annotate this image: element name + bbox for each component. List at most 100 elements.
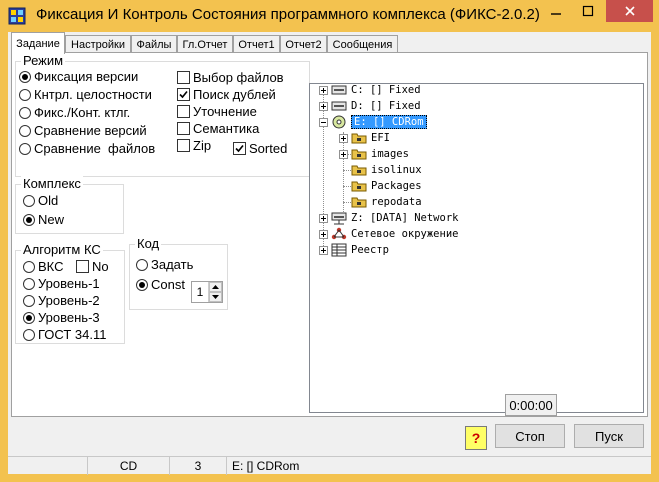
- complex-radio-new[interactable]: New: [23, 212, 64, 227]
- checkbox-label: Выбор файлов: [193, 70, 284, 85]
- expand-toggle[interactable]: [319, 230, 328, 239]
- code-radio-const[interactable]: Const: [136, 277, 185, 292]
- expand-toggle[interactable]: [339, 134, 348, 143]
- algo-radio-uroven1[interactable]: Уровень-1: [23, 276, 100, 291]
- tree-node-label: images: [371, 148, 409, 160]
- mode-radio-sravnenie-failov[interactable]: Сравнение файлов: [19, 141, 155, 156]
- app-window: Фиксация И Контроль Состояния программно…: [0, 0, 659, 482]
- stop-button[interactable]: Стоп: [495, 424, 565, 448]
- algo-radio-gost[interactable]: ГОСТ 34.11: [23, 327, 107, 342]
- expand-toggle[interactable]: [339, 150, 348, 159]
- title-bar[interactable]: Фиксация И Контроль Состояния программно…: [0, 0, 659, 32]
- tree-node-efi[interactable]: EFI: [351, 130, 390, 146]
- check-zip[interactable]: Zip: [177, 138, 211, 153]
- checkbox-indicator: [76, 260, 89, 273]
- tree-node-d-drive[interactable]: D: [] Fixed: [331, 98, 421, 114]
- tree-node-isolinux[interactable]: isolinux: [351, 162, 422, 178]
- tree-connector: [343, 132, 344, 212]
- check-vybor-failov[interactable]: Выбор файлов: [177, 70, 284, 85]
- cdrom-icon: [332, 115, 346, 129]
- check-utochnenie[interactable]: Уточнение: [177, 104, 257, 119]
- tree-connector: [343, 202, 351, 203]
- mode-radio-fiks-kont[interactable]: Фикс./Конт. ктлг.: [19, 105, 130, 120]
- minimize-button[interactable]: [540, 0, 572, 22]
- drive-icon: [331, 85, 347, 95]
- help-button[interactable]: ?: [465, 426, 487, 450]
- radio-indicator: [23, 328, 35, 341]
- tab-otchet2[interactable]: Отчет2: [280, 35, 327, 53]
- drive-tree-view[interactable]: C: [] Fixed D: [] Fixed E: [] CDRom EFI: [309, 83, 644, 413]
- radio-indicator: [19, 106, 31, 119]
- complex-radio-old[interactable]: Old: [23, 193, 58, 208]
- algo-check-no[interactable]: No: [76, 259, 109, 274]
- window-title: Фиксация И Контроль Состояния программно…: [36, 6, 540, 23]
- tree-node-packages[interactable]: Packages: [351, 178, 422, 194]
- tree-node-label: repodata: [371, 196, 422, 208]
- mode-radio-kontrol[interactable]: Кнтрл. целостности: [19, 87, 152, 102]
- expand-toggle[interactable]: [319, 102, 328, 111]
- tree-node-registry[interactable]: Реестр: [331, 242, 389, 258]
- mode-radio-sravnenie-versii[interactable]: Сравнение версий: [19, 123, 147, 138]
- algorithm-group-title: Алгоритм КС: [21, 242, 103, 257]
- tab-soobshcheniya[interactable]: Сообщения: [327, 35, 398, 53]
- algo-radio-uroven2[interactable]: Уровень-2: [23, 293, 100, 308]
- tree-node-c-drive[interactable]: C: [] Fixed: [331, 82, 421, 98]
- checkbox-label: No: [92, 259, 109, 274]
- tree-node-images[interactable]: images: [351, 146, 409, 162]
- close-button[interactable]: [606, 0, 653, 22]
- algorithm-group: Алгоритм КС ВКС No Уровень-1 Уровень-2 У…: [15, 242, 125, 344]
- algo-radio-uroven3[interactable]: Уровень-3: [23, 310, 100, 325]
- code-spin-box[interactable]: 1: [191, 281, 223, 303]
- collapse-toggle[interactable]: [319, 118, 328, 127]
- folder-icon: [351, 133, 367, 144]
- radio-label: Фикс./Конт. ктлг.: [34, 105, 131, 120]
- tab-nastroiki[interactable]: Настройки: [65, 35, 131, 53]
- radio-indicator: [136, 278, 148, 291]
- status-drive-type: CD: [87, 457, 169, 475]
- radio-label: Const: [151, 277, 185, 292]
- checkmark-icon: [233, 142, 246, 155]
- radio-label: Фиксация версии: [34, 69, 139, 84]
- maximize-icon: [582, 5, 594, 17]
- tree-node-label: Сетевое окружение: [351, 228, 459, 240]
- expand-toggle[interactable]: [319, 214, 328, 223]
- spin-up-button[interactable]: [209, 282, 222, 292]
- network-drive-icon: [331, 212, 347, 225]
- tab-zadanie[interactable]: Задание: [11, 32, 65, 54]
- elapsed-time-display: 0:00:00: [505, 394, 557, 416]
- tree-node-e-cdrom[interactable]: E: [] CDRom: [331, 114, 427, 130]
- tree-node-label: EFI: [371, 132, 390, 144]
- check-semantika[interactable]: Семантика: [177, 121, 259, 136]
- radio-indicator: [136, 258, 148, 271]
- code-radio-zadat[interactable]: Задать: [136, 257, 193, 272]
- tab-faily[interactable]: Файлы: [131, 35, 177, 53]
- tree-node-repodata[interactable]: repodata: [351, 194, 422, 210]
- tab-gl-otchet[interactable]: Гл.Отчет: [177, 35, 233, 53]
- start-button[interactable]: Пуск: [574, 424, 644, 448]
- tab-otchet1[interactable]: Отчет1: [233, 35, 280, 53]
- registry-icon: [331, 243, 347, 257]
- arrow-down-icon: [212, 295, 219, 299]
- radio-indicator: [23, 194, 35, 207]
- spin-value[interactable]: 1: [192, 282, 208, 302]
- algo-radio-vks[interactable]: ВКС: [23, 259, 64, 274]
- checkbox-indicator: [177, 71, 190, 84]
- spin-down-button[interactable]: [209, 292, 222, 302]
- complex-group-title: Комплекс: [21, 176, 83, 191]
- client-area: Задание Настройки Файлы Гл.Отчет Отчет1 …: [8, 32, 651, 475]
- checkbox-indicator: [177, 122, 190, 135]
- checkbox-indicator: [177, 105, 190, 118]
- spin-arrows: [208, 282, 222, 302]
- maximize-button[interactable]: [572, 0, 604, 22]
- radio-label: Уровень-1: [38, 276, 100, 291]
- mode-group: Режим Фиксация версии Кнтрл. целостности…: [15, 53, 310, 177]
- mode-radio-fiksaciya[interactable]: Фиксация версии: [19, 69, 138, 84]
- tree-node-z-network[interactable]: Z: [DATA] Network: [331, 210, 458, 226]
- check-sorted[interactable]: Sorted: [233, 141, 287, 156]
- expand-toggle[interactable]: [319, 246, 328, 255]
- close-icon: [624, 6, 635, 16]
- check-poisk-dublei[interactable]: Поиск дублей: [177, 87, 276, 102]
- radio-label: Уровень-2: [38, 293, 100, 308]
- expand-toggle[interactable]: [319, 86, 328, 95]
- tree-node-network-neighborhood[interactable]: Сетевое окружение: [331, 226, 458, 242]
